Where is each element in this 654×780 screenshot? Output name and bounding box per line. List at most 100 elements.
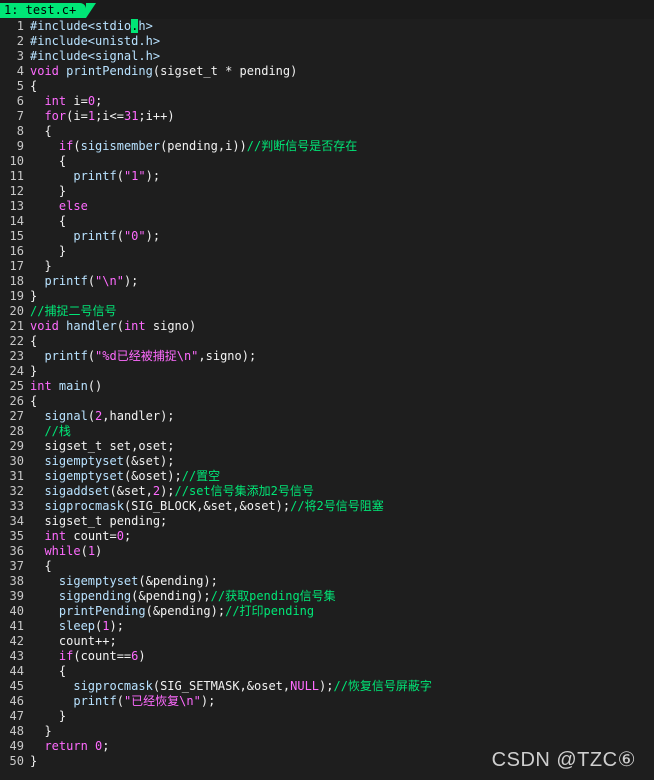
code-token: main <box>58 379 88 393</box>
code-line[interactable]: 2 #include<unistd.h> <box>0 34 160 49</box>
code-token: count++; <box>30 634 117 648</box>
code-token: (SIG_SETMASK,&oset, <box>152 679 291 693</box>
code-line[interactable]: 9 if(sigismember(pending,i))//判断信号是否存在 <box>0 139 357 154</box>
code-line[interactable]: 39 sigpending(&pending);//获取pending信号集 <box>0 589 336 604</box>
line-number: 22 <box>9 334 24 348</box>
code-line[interactable]: 33 sigprocmask(SIG_BLOCK,&set,&oset);//将… <box>0 499 384 514</box>
code-token: { <box>30 394 38 408</box>
code-line[interactable]: 36 while(1) <box>0 544 103 559</box>
code-text: if(count==6) <box>30 649 146 664</box>
code-token: ( <box>116 169 124 183</box>
code-token: ;i<= <box>95 109 124 123</box>
code-line[interactable]: 37 { <box>0 559 52 574</box>
code-line[interactable]: 48 } <box>0 724 52 739</box>
code-text: { <box>30 559 51 574</box>
code-token: ; <box>123 529 132 543</box>
code-line[interactable]: 27 signal(2,handler); <box>0 409 175 424</box>
code-line[interactable]: 15 printf("0"); <box>0 229 161 244</box>
code-line[interactable]: 35 int count=0; <box>0 529 132 544</box>
code-line[interactable]: 24} <box>0 364 38 379</box>
code-text: } <box>30 709 66 724</box>
code-line[interactable]: 16 } <box>0 244 67 259</box>
code-token: sigaddset <box>44 484 110 498</box>
code-line[interactable]: 23 printf("%d已经被捕捉\n",signo); <box>0 349 257 364</box>
code-line[interactable]: 20 //捕捉二号信号 <box>0 304 117 319</box>
code-token: printf <box>44 274 88 288</box>
code-token: else <box>58 199 88 213</box>
code-text: } <box>30 259 51 274</box>
line-number: 8 <box>16 124 24 138</box>
code-line[interactable]: 6 int i=0; <box>0 94 103 109</box>
code-line[interactable]: 19} <box>0 289 38 304</box>
tab-active-file[interactable]: 1: test.c+ <box>0 3 97 18</box>
code-token: ( <box>116 229 124 243</box>
code-line[interactable]: 25 int main() <box>0 379 103 394</box>
code-line[interactable]: 21 void handler(int signo) <box>0 319 197 334</box>
code-line[interactable]: 45 sigprocmask(SIG_SETMASK,&oset,NULL);/… <box>0 679 432 694</box>
code-text: while(1) <box>30 544 102 559</box>
tab-bar: 1: test.c+ <box>0 0 654 20</box>
code-token: { <box>30 124 52 138</box>
line-number: 3 <box>16 49 24 63</box>
code-line[interactable]: 18 printf("\n"); <box>0 274 139 289</box>
line-number: 17 <box>9 259 24 273</box>
code-token: } <box>30 364 38 378</box>
code-line[interactable]: 42 count++; <box>0 634 117 649</box>
code-line[interactable]: 11 printf("1"); <box>0 169 161 184</box>
code-line[interactable]: 12 } <box>0 184 67 199</box>
code-line[interactable]: 7 for(i=1;i<=31;i++) <box>0 109 175 124</box>
code-line[interactable]: 28 //栈 <box>0 424 71 439</box>
code-line[interactable]: 17 } <box>0 259 52 274</box>
code-line[interactable]: 29 sigset_t set,oset; <box>0 439 175 454</box>
code-token: signo) <box>145 319 197 333</box>
code-text: } <box>30 184 66 199</box>
code-token: "0" <box>123 229 146 243</box>
code-line[interactable]: 26 { <box>0 394 38 409</box>
code-token: #include<signal.h> <box>30 49 161 63</box>
code-line[interactable]: 47 } <box>0 709 67 724</box>
code-line[interactable]: 38 sigemptyset(&pending); <box>0 574 218 589</box>
code-token: (&pending); <box>145 604 226 618</box>
code-line[interactable]: 1 #include<stdio.h> <box>0 19 153 34</box>
code-line[interactable]: 32 sigaddset(&set,2);//set信号集添加2号信号 <box>0 484 314 499</box>
code-line[interactable]: 50} <box>0 754 38 769</box>
code-line[interactable]: 40 printPending(&pending);//打印pending <box>0 604 315 619</box>
code-text: printf("已经恢复\n"); <box>30 694 215 709</box>
code-token: (i= <box>66 109 88 123</box>
code-line[interactable]: 10 { <box>0 154 67 169</box>
code-text: printf("0"); <box>30 229 160 244</box>
code-line[interactable]: 5{ <box>0 79 37 94</box>
code-line[interactable]: 8 { <box>0 124 52 139</box>
line-number: 47 <box>9 709 24 723</box>
code-token: (count== <box>73 649 132 663</box>
code-line[interactable]: 22 { <box>0 334 38 349</box>
code-line[interactable]: 46 printf("已经恢复\n"); <box>0 694 216 709</box>
line-number: 44 <box>9 664 24 678</box>
code-line[interactable]: 30 sigemptyset(&set); <box>0 454 175 469</box>
code-token: printf <box>73 229 117 243</box>
code-line[interactable]: 49 return 0; <box>0 739 110 754</box>
code-editor[interactable]: 1 #include<stdio.h> 2 #include<unistd.h> 3 #i… <box>0 19 654 780</box>
code-text: sleep(1); <box>30 619 124 634</box>
code-line[interactable]: 4 void printPending(sigset_t * pending) <box>0 64 298 79</box>
code-token: (sigset_t * pending) <box>152 64 298 78</box>
code-token: ( <box>116 694 124 708</box>
line-number: 13 <box>9 199 24 213</box>
line-number: 4 <box>16 64 24 78</box>
code-line[interactable]: 43 if(count==6) <box>0 649 146 664</box>
code-text: sigemptyset(&pending); <box>30 574 218 589</box>
code-line[interactable]: 44 { <box>0 664 67 679</box>
code-line[interactable]: 41 sleep(1); <box>0 619 124 634</box>
code-line[interactable]: 13 else <box>0 199 88 214</box>
code-line[interactable]: 31 sigemptyset(&oset);//置空 <box>0 469 221 484</box>
code-line[interactable]: 3 #include<signal.h> <box>0 49 160 64</box>
code-line[interactable]: 34 sigset_t pending; <box>0 514 168 529</box>
code-line[interactable]: 14 { <box>0 214 67 229</box>
line-number: 19 <box>9 289 24 303</box>
